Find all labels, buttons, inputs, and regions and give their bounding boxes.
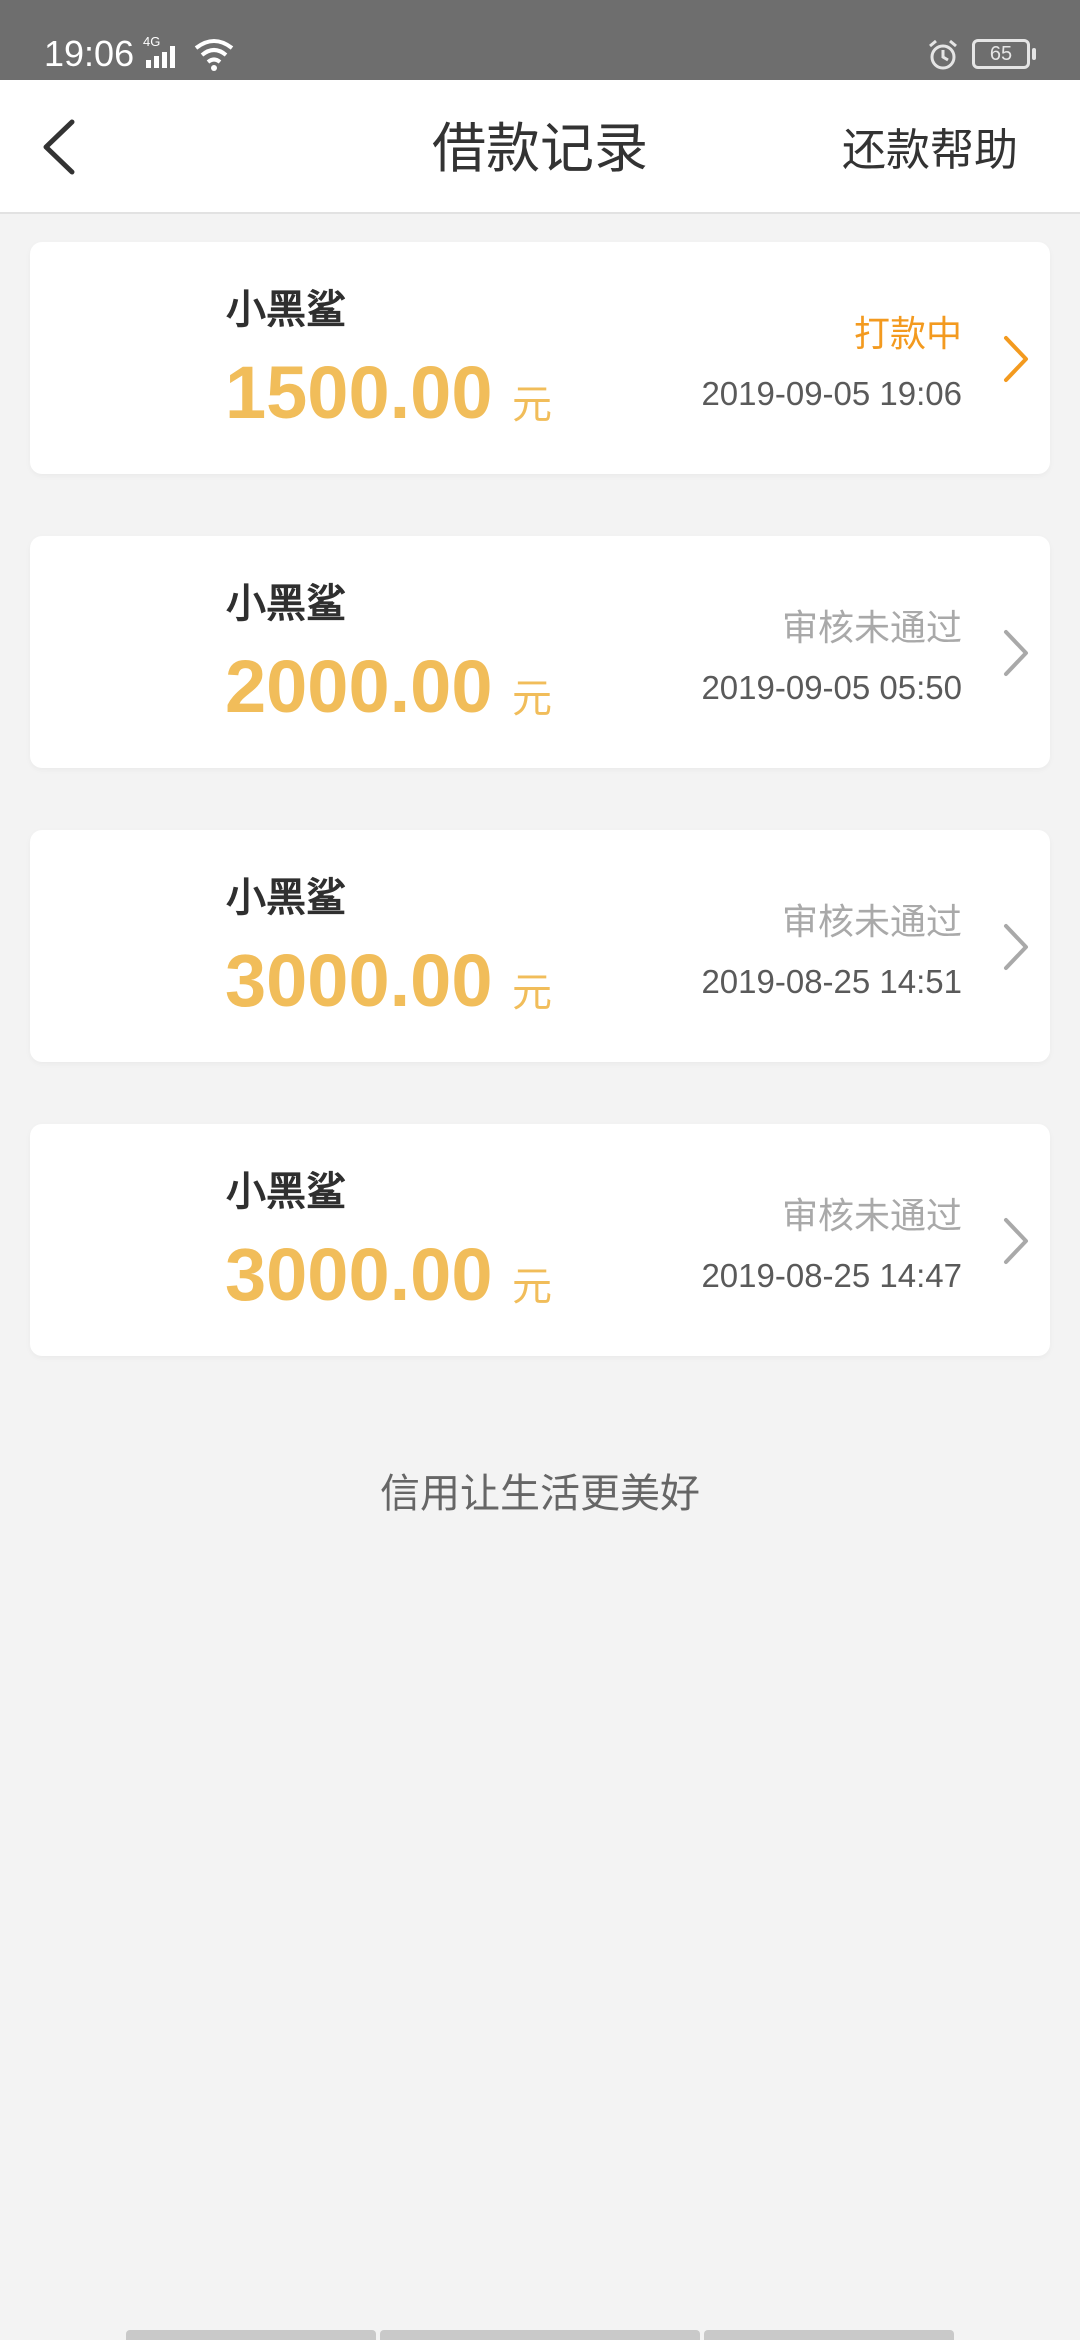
chevron-right-icon: [1004, 924, 1028, 970]
nav-indicator-left[interactable]: [126, 2330, 376, 2340]
battery-tip: [1032, 48, 1036, 60]
loan-amount: 1500.00: [225, 351, 493, 434]
loan-amount: 3000.00: [225, 1233, 493, 1316]
status-bar: 19:06 4G 65: [0, 0, 1080, 80]
lender-name: 小黑鲨: [226, 581, 346, 627]
loan-amount: 3000.00: [225, 939, 493, 1022]
loan-record-card[interactable]: 小黑鲨 3000.00 元 审核未通过 2019-08-25 14:47: [30, 1124, 1050, 1356]
record-datetime: 2019-08-25 14:47: [701, 1257, 962, 1294]
loan-record-card[interactable]: 小黑鲨 3000.00 元 审核未通过 2019-08-25 14:51: [30, 830, 1050, 1062]
chevron-right-icon: [1004, 630, 1028, 676]
lender-name: 小黑鲨: [226, 287, 346, 333]
nav-indicator-right[interactable]: [704, 2330, 954, 2340]
signal-icon: [146, 46, 175, 68]
footer-slogan: 信用让生活更美好: [380, 1471, 700, 1517]
lender-name: 小黑鲨: [226, 1169, 346, 1215]
status-badge: 打款中: [853, 314, 962, 355]
currency-unit: 元: [512, 1264, 552, 1310]
loan-record-card[interactable]: 小黑鲨 1500.00 元 打款中 2019-09-05 19:06: [30, 242, 1050, 474]
alarm-icon: [929, 39, 957, 70]
nav-indicator-center[interactable]: [380, 2330, 700, 2340]
battery-icon: 65: [972, 39, 1030, 69]
chevron-right-icon: [1004, 1218, 1028, 1264]
chevron-right-icon: [1004, 336, 1028, 382]
record-datetime: 2019-09-05 19:06: [701, 375, 962, 412]
page-header: 借款记录 还款帮助: [0, 80, 1080, 214]
record-datetime: 2019-09-05 05:50: [701, 669, 962, 706]
lender-name: 小黑鲨: [226, 875, 346, 921]
record-datetime: 2019-08-25 14:51: [701, 963, 962, 1000]
status-badge: 审核未通过: [781, 1196, 962, 1237]
currency-unit: 元: [512, 970, 552, 1016]
currency-unit: 元: [512, 676, 552, 722]
currency-unit: 元: [512, 382, 552, 428]
status-time: 19:06: [44, 33, 135, 74]
loan-amount: 2000.00: [225, 645, 493, 728]
loan-record-card[interactable]: 小黑鲨 2000.00 元 审核未通过 2019-09-05 05:50: [30, 536, 1050, 768]
status-badge: 审核未通过: [781, 608, 962, 649]
repayment-help-button[interactable]: 还款帮助: [842, 118, 1018, 184]
battery-level: 65: [989, 43, 1013, 65]
status-badge: 审核未通过: [781, 902, 962, 943]
wifi-icon: [194, 39, 234, 71]
